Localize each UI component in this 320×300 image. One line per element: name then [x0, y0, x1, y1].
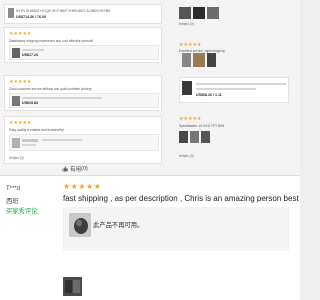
product-info-box: US$68.26 / 1.11 [179, 77, 289, 103]
product-title-redacted [196, 88, 256, 90]
product-info-box: US$19.84 [9, 93, 159, 108]
product-title-redacted [22, 49, 44, 51]
rating-stars: ★★★★★ [179, 42, 202, 48]
rating-stars: ★★★★★ [63, 182, 102, 191]
review-photo [207, 53, 216, 67]
review-text: Easy quality is reliable and trustworthy… [9, 128, 65, 132]
review-text: Satisfactory shipping experience and cos… [9, 39, 94, 43]
product-info-box: 此产品不再可用。 [63, 207, 289, 251]
product-price: US$17.24 [22, 53, 38, 57]
helpful-label[interactable]: Helpful (0) [179, 154, 194, 158]
review-photo[interactable] [63, 277, 82, 296]
helpful-label: 有用 [70, 167, 82, 173]
product-title-redacted [196, 83, 286, 85]
product-title-redacted [42, 139, 82, 141]
product-info-box [9, 134, 159, 151]
photo-image [63, 277, 82, 296]
product-unavailable-text: 此产品不再可用。 [93, 222, 144, 229]
product-price: US$68.26 / 1.11 [196, 93, 222, 97]
review-photo [193, 7, 205, 19]
product-image [69, 213, 91, 237]
product-thumbnail [12, 138, 20, 148]
rating-stars: ★★★★★ [9, 79, 32, 85]
review-text: Specification: #1 DKG TPT BKB [179, 124, 225, 128]
product-title-redacted [22, 139, 38, 142]
reviewer-country: 西班 [6, 198, 19, 205]
product-thumbnail [12, 48, 20, 58]
collage-review-card: ★★★★★ Satisfactory shipping experience a… [4, 27, 162, 63]
product-title: NYYN GHJMOS HYLQK SH FJNNT XHPA NNTL SJJ… [16, 9, 111, 13]
product-thumbnail [69, 213, 91, 237]
review-collage: NYYN GHJMOS HYLQK SH FJNNT XHPA NNTL SJJ… [0, 0, 300, 175]
rating-stars: ★★★★★ [9, 120, 32, 126]
review-photo [182, 53, 191, 67]
review-text: fast shipping , as per description , Chr… [63, 194, 300, 203]
buyer-show-badge: 买家秀评论 [6, 208, 38, 215]
collage-review-card: NYYN GHJMOS HYLQK SH FJNNT XHPA NNTL SJJ… [4, 4, 162, 24]
reviewer-name: T***d [6, 186, 21, 192]
review-item: T***d 西班 买家秀评论 ★★★★★ fast shipping , as … [0, 176, 300, 300]
rating-stars: ★★★★★ [9, 31, 32, 37]
review-photo [207, 7, 219, 19]
product-info-box: US$17.24 [9, 45, 159, 60]
helpful-count: (0) [81, 166, 88, 172]
review-photo [179, 131, 188, 143]
product-price: US$714.36 / 76.00 [16, 15, 46, 19]
helpful-label[interactable]: Helpful (0) [9, 156, 24, 160]
product-thumbnail [182, 81, 192, 95]
collage-review-card: ★★★★★ Good customer service attitude and… [4, 75, 162, 111]
review-photo [201, 131, 210, 143]
product-thumbnail [12, 96, 20, 106]
rating-stars: ★★★★★ [179, 116, 202, 122]
helpful-button[interactable]: 有用 (0) [62, 165, 88, 173]
helpful-label[interactable]: Helpful (0) [179, 22, 194, 26]
collage-review-card: ★★★★★ Easy quality is reliable and trust… [4, 116, 162, 164]
product-thumbnail [8, 8, 14, 18]
review-photo [190, 131, 199, 143]
review-photo [179, 7, 191, 19]
review-text: Good customer service attitude and quick… [9, 87, 92, 91]
product-title-redacted [22, 97, 102, 99]
thumbs-up-icon [62, 166, 68, 172]
product-price-redacted [22, 144, 36, 146]
product-price: US$19.84 [22, 101, 38, 105]
review-photo [193, 53, 205, 67]
